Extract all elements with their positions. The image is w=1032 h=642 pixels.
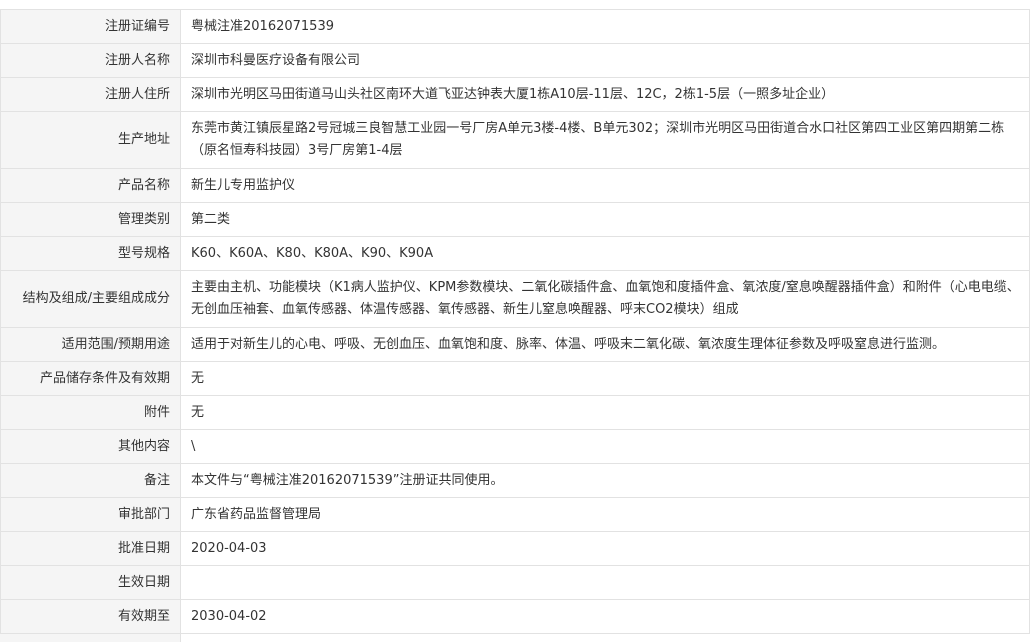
field-label: 产品名称 [0,168,181,203]
field-value: 新生儿专用监护仪 [180,168,1030,203]
row-approval-department: 审批部门 广东省药品监督管理局 [0,497,1030,532]
field-value: 深圳市光明区马田街道马山头社区南环大道飞亚达钟表大厦1栋A10层-11层、12C… [180,77,1030,112]
row-attachments: 附件 无 [0,395,1030,430]
field-label: 生效日期 [0,565,181,600]
field-label: 型号规格 [0,236,181,271]
field-value: 无 [180,395,1030,430]
field-value: 2030-04-02 [180,599,1030,634]
field-label: 适用范围/预期用途 [0,327,181,362]
row-other-content: 其他内容 \ [0,429,1030,464]
field-label: 审批部门 [0,497,181,532]
field-value: 主要由主机、功能模块（K1病人监护仪、KPM参数模块、二氧化碳插件盒、血氧饱和度… [180,270,1030,328]
field-value: 第二类 [180,202,1030,237]
field-label: 备注 [0,463,181,498]
field-label: 管理类别 [0,202,181,237]
field-label: 产品储存条件及有效期 [0,361,181,396]
field-value: K60、K60A、K80、K80A、K90、K90A [180,236,1030,271]
field-value: 广东省药品监督管理局 [180,497,1030,532]
row-registrant-name: 注册人名称 深圳市科曼医疗设备有限公司 [0,43,1030,78]
row-approval-date: 批准日期 2020-04-03 [0,531,1030,566]
row-structure-composition: 结构及组成/主要组成成分 主要由主机、功能模块（K1病人监护仪、KPM参数模块、… [0,270,1030,328]
field-value: 适用于对新生儿的心电、呼吸、无创血压、血氧饱和度、脉率、体温、呼吸末二氧化碳、氧… [180,327,1030,362]
field-label: 附件 [0,395,181,430]
field-value [180,565,1030,600]
field-value: 深圳市科曼医疗设备有限公司 [180,43,1030,78]
field-value: 本文件与“粤械注准20162071539”注册证共同使用。 [180,463,1030,498]
field-value: \ [180,429,1030,464]
field-value: 无 [180,361,1030,396]
field-label: 注册人名称 [0,43,181,78]
field-label: 有效期至 [0,599,181,634]
row-remarks: 备注 本文件与“粤械注准20162071539”注册证共同使用。 [0,463,1030,498]
field-label: 注册证编号 [0,9,181,44]
row-production-address: 生产地址 东莞市黄江镇辰星路2号冠城三良智慧工业园一号厂房A单元3楼-4楼、B单… [0,111,1030,169]
field-label: 批准日期 [0,531,181,566]
field-label: 结构及组成/主要组成成分 [0,270,181,328]
row-valid-until: 有效期至 2030-04-02 [0,599,1030,634]
row-registration-number: 注册证编号 粤械注准20162071539 [0,9,1030,44]
registration-info-table: 注册证编号 粤械注准20162071539 注册人名称 深圳市科曼医疗设备有限公… [0,9,1030,634]
field-label: 注册人住所 [0,77,181,112]
field-value: 粤械注准20162071539 [180,9,1030,44]
row-management-category: 管理类别 第二类 [0,202,1030,237]
field-label: 其他内容 [0,429,181,464]
row-model-specification: 型号规格 K60、K60A、K80、K80A、K90、K90A [0,236,1030,271]
row-storage-conditions: 产品储存条件及有效期 无 [0,361,1030,396]
field-label: 生产地址 [0,111,181,169]
row-registrant-address: 注册人住所 深圳市光明区马田街道马山头社区南环大道飞亚达钟表大厦1栋A10层-1… [0,77,1030,112]
row-product-name: 产品名称 新生儿专用监护仪 [0,168,1030,203]
row-intended-use: 适用范围/预期用途 适用于对新生儿的心电、呼吸、无创血压、血氧饱和度、脉率、体温… [0,327,1030,362]
field-value: 2020-04-03 [180,531,1030,566]
field-value: 东莞市黄江镇辰星路2号冠城三良智慧工业园一号厂房A单元3楼-4楼、B单元302；… [180,111,1030,169]
row-effective-date: 生效日期 [0,565,1030,600]
